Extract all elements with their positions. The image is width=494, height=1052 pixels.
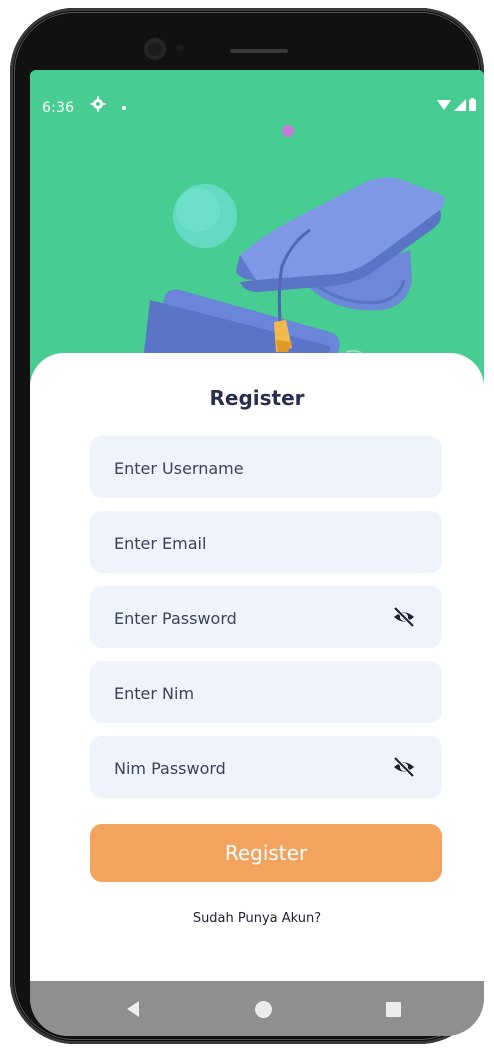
recents-square-icon[interactable] — [386, 1002, 401, 1017]
eye-off-icon[interactable] — [392, 605, 416, 629]
phone-frame: 6:36 Register Enter Username Enter Email… — [10, 8, 484, 1044]
nim-placeholder: Enter Nim — [114, 684, 195, 703]
email-placeholder: Enter Email — [114, 534, 207, 553]
signal-icon — [454, 98, 466, 115]
password-placeholder: Enter Password — [114, 609, 237, 628]
proximity-sensor — [176, 44, 184, 52]
front-camera — [144, 38, 166, 60]
wifi-icon — [437, 99, 451, 115]
settings-icon — [90, 96, 106, 116]
page-title: Register — [209, 386, 305, 410]
system-nav-bar — [30, 981, 484, 1036]
eye-off-icon[interactable] — [392, 755, 416, 779]
status-icons — [437, 98, 476, 115]
nim-password-field[interactable]: Nim Password — [90, 736, 442, 798]
login-link[interactable]: Sudah Punya Akun? — [30, 911, 484, 926]
earpiece-speaker — [230, 49, 288, 53]
username-field[interactable]: Enter Username — [90, 436, 442, 498]
status-time: 6:36 — [42, 100, 75, 116]
app-screen: 6:36 Register Enter Username Enter Email… — [30, 70, 484, 1036]
email-field[interactable]: Enter Email — [90, 511, 442, 573]
back-triangle-icon[interactable] — [127, 1001, 139, 1017]
register-button[interactable]: Register — [90, 824, 442, 882]
password-field[interactable]: Enter Password — [90, 586, 442, 648]
battery-icon — [469, 98, 476, 115]
nim-password-placeholder: Nim Password — [114, 759, 226, 778]
status-bar: 6:36 — [30, 70, 484, 116]
notification-dot — [122, 106, 126, 110]
nim-field[interactable]: Enter Nim — [90, 661, 442, 723]
username-placeholder: Enter Username — [114, 459, 244, 478]
home-circle-icon[interactable] — [255, 1001, 272, 1018]
register-card: Register Enter Username Enter Email Ente… — [30, 353, 484, 981]
